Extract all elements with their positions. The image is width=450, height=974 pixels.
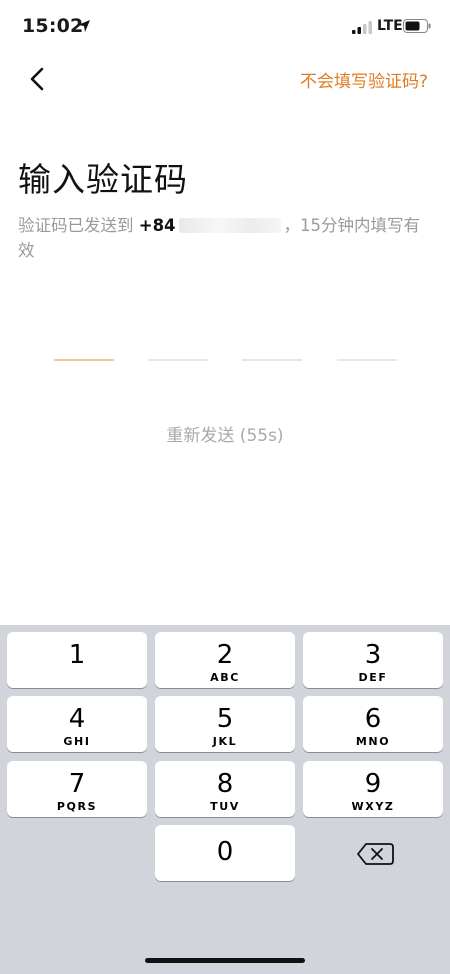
key-letters: TUV (210, 800, 240, 813)
key-letters: JKL (212, 735, 238, 748)
key-digit: 7 (68, 769, 86, 799)
key-2[interactable]: 2 ABC (155, 632, 295, 688)
key-digit: 9 (364, 769, 382, 799)
key-letters: ABC (210, 671, 240, 684)
delete-key-icon[interactable] (346, 835, 408, 873)
key-digit: 5 (216, 704, 234, 734)
key-digit: 0 (216, 837, 234, 867)
code-slot-3[interactable] (242, 359, 302, 361)
key-digit: 8 (216, 769, 234, 799)
key-digit: 4 (68, 704, 86, 734)
signal-icon (352, 21, 372, 34)
key-digit: 1 (68, 640, 86, 670)
back-chevron-icon[interactable] (26, 64, 50, 94)
key-9[interactable]: 9 WXYZ (303, 761, 443, 817)
verification-code-input[interactable] (54, 359, 398, 363)
key-letters: GHI (63, 735, 91, 748)
key-digit: 6 (364, 704, 382, 734)
status-bar: 15:02 LTE (0, 0, 450, 54)
page-title: 输入验证码 (18, 160, 188, 199)
key-3[interactable]: 3 DEF (303, 632, 443, 688)
code-slot-4[interactable] (337, 359, 397, 361)
code-slot-1[interactable] (54, 359, 114, 361)
key-6[interactable]: 6 MNO (303, 696, 443, 752)
key-7[interactable]: 7 PQRS (7, 761, 147, 817)
key-8[interactable]: 8 TUV (155, 761, 295, 817)
key-digit: 2 (216, 640, 234, 670)
status-time: 15:02 (22, 15, 84, 37)
key-4[interactable]: 4 GHI (7, 696, 147, 752)
key-1[interactable]: 1 (7, 632, 147, 688)
redacted-phone (178, 218, 281, 233)
key-letters: PQRS (56, 800, 98, 813)
subtitle-text-before: 验证码已发送到 (18, 216, 139, 235)
page-subtitle: 验证码已发送到 +84 ，15分钟内填写有效 (18, 213, 428, 263)
help-link[interactable]: 不会填写验证码? (300, 67, 428, 92)
key-5[interactable]: 5 JKL (155, 696, 295, 752)
key-letters: DEF (358, 671, 388, 684)
key-0[interactable]: 0 (155, 825, 295, 881)
key-digit: 3 (364, 640, 382, 670)
location-arrow-icon (78, 20, 90, 32)
key-letters: WXYZ (351, 800, 395, 813)
home-indicator (145, 958, 305, 963)
network-label: LTE (377, 18, 403, 34)
resend-button[interactable]: 重新发送 (55s) (0, 421, 450, 446)
key-letters: MNO (355, 735, 391, 748)
battery-icon (403, 19, 431, 33)
code-slot-2[interactable] (148, 359, 208, 361)
phone-number: +84 (138, 216, 176, 235)
